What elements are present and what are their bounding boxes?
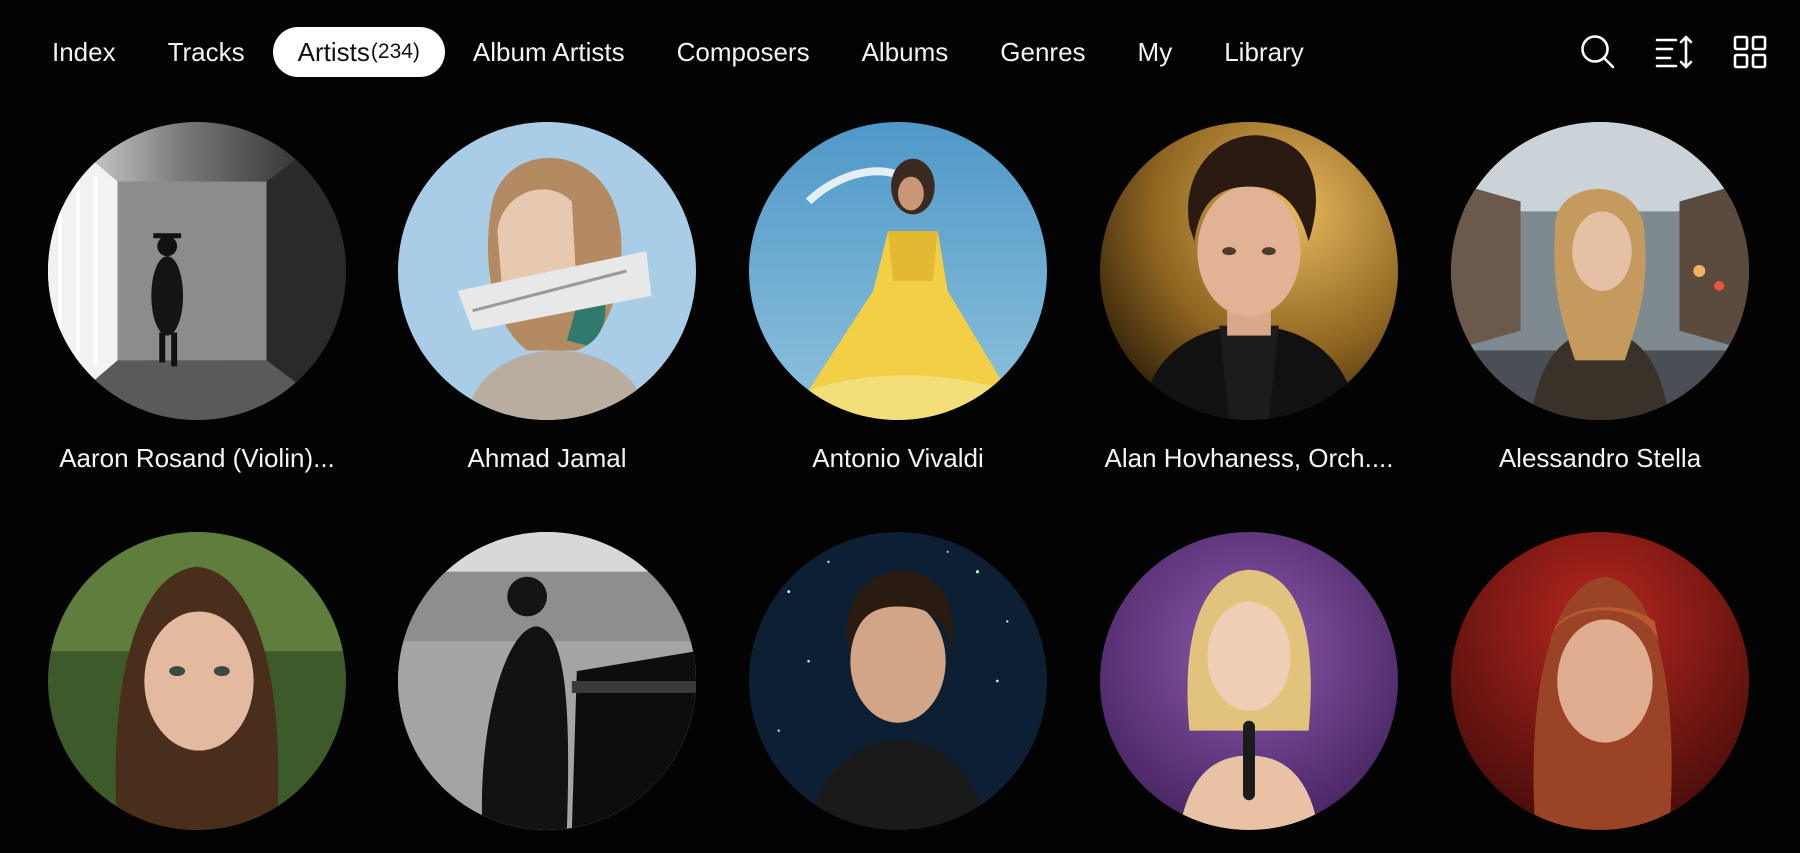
tab-composers[interactable]: Composers: [653, 27, 834, 77]
tab-label: Composers: [676, 36, 810, 67]
tab-index[interactable]: Index: [28, 27, 140, 77]
artist-name: Ahmad Jamal: [467, 443, 627, 473]
artist-card[interactable]: [748, 532, 1048, 853]
sort-icon: [1655, 35, 1693, 69]
artist-photo: [1100, 532, 1398, 830]
search-button[interactable]: [1576, 30, 1620, 74]
tab-bar: Index Tracks Artists (234) Album Artists …: [28, 27, 1332, 77]
artist-name: Antonio Vivaldi: [812, 443, 984, 473]
artist-photo: [48, 122, 346, 420]
artist-avatar[interactable]: [1100, 122, 1398, 420]
tab-label: Genres: [1000, 36, 1086, 67]
artist-card[interactable]: Alan Hovhaness, Orch....: [1099, 122, 1399, 474]
artist-photo: [398, 532, 696, 830]
tab-artists[interactable]: Artists (234): [272, 27, 445, 77]
artist-card[interactable]: [1450, 532, 1750, 853]
tab-label: Albums: [861, 36, 949, 67]
tab-label: Index: [52, 36, 116, 67]
artist-photo: [749, 122, 1047, 420]
artist-card[interactable]: Ahmad Jamal: [397, 122, 697, 474]
artist-name: Alessandro Stella: [1498, 443, 1702, 473]
tab-label: Tracks: [167, 36, 245, 67]
sort-button[interactable]: [1652, 30, 1696, 74]
tab-albums[interactable]: Albums: [838, 27, 973, 77]
artist-avatar[interactable]: [749, 532, 1047, 830]
tab-genres[interactable]: Genres: [976, 27, 1109, 77]
tab-label: Album Artists: [472, 36, 625, 67]
artist-name: Alan Hovhaness, Orch....: [1104, 443, 1394, 473]
artist-photo: [48, 532, 346, 830]
grid-view-icon: [1733, 35, 1767, 69]
artist-photo: [749, 532, 1047, 830]
artist-avatar[interactable]: [48, 532, 346, 830]
artist-card[interactable]: Antonio Vivaldi: [748, 122, 1048, 474]
artist-avatar[interactable]: [1451, 122, 1749, 420]
top-navigation: Index Tracks Artists (234) Album Artists …: [0, 0, 1800, 108]
artist-avatar[interactable]: [398, 532, 696, 830]
artist-card[interactable]: [397, 532, 697, 853]
artist-photo: [398, 122, 696, 420]
tab-my[interactable]: My: [1114, 27, 1197, 77]
tab-label: Library: [1224, 36, 1304, 67]
artist-photo: [1100, 122, 1398, 420]
grid-view-button[interactable]: [1728, 30, 1772, 74]
tab-tracks[interactable]: Tracks: [144, 27, 269, 77]
tab-album-artists[interactable]: Album Artists: [449, 27, 649, 77]
artist-avatar[interactable]: [1451, 532, 1749, 830]
artist-avatar[interactable]: [1100, 532, 1398, 830]
tab-label: Artists: [297, 36, 370, 67]
tab-label: My: [1137, 36, 1173, 67]
artist-photo: [1451, 122, 1749, 420]
artist-avatar[interactable]: [398, 122, 696, 420]
artist-name: Aaron Rosand (Violin)...: [59, 443, 335, 473]
artist-avatar[interactable]: [48, 122, 346, 420]
tab-count-badge: (234): [370, 40, 420, 63]
artist-card[interactable]: [1099, 532, 1399, 853]
artist-avatar[interactable]: [749, 122, 1047, 420]
search-icon: [1581, 35, 1615, 69]
artist-card[interactable]: [47, 532, 347, 853]
artist-card[interactable]: Alessandro Stella: [1450, 122, 1750, 474]
artist-card[interactable]: Aaron Rosand (Violin)...: [47, 122, 347, 474]
toolbar: [1544, 30, 1772, 74]
tab-library[interactable]: Library: [1200, 27, 1327, 77]
artist-photo: [1451, 532, 1749, 830]
